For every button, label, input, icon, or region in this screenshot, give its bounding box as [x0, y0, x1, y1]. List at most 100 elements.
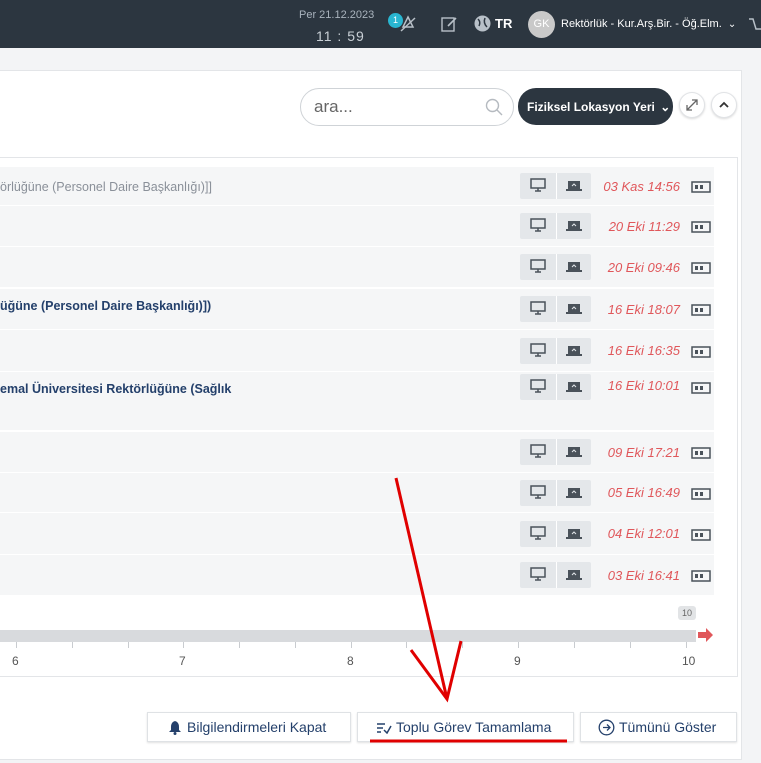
task-title[interactable]: emal Üniversitesi Rektörlüğüne (Sağlık [0, 382, 231, 396]
laptop-view-button[interactable] [556, 213, 591, 239]
timeline-tick [239, 642, 240, 648]
desktop-view-button[interactable] [520, 439, 555, 465]
task-row[interactable]: örlüğüne (Personel Daire Başkanlığı)]] 03… [0, 167, 714, 205]
timeline-tick-label: 6 [12, 654, 19, 668]
monitor-icon [530, 444, 546, 463]
laptop-view-button[interactable] [556, 374, 591, 400]
task-date: 03 Eki 16:41 [607, 568, 680, 583]
laptop-view-button[interactable] [556, 521, 591, 547]
desktop-view-button[interactable] [520, 254, 555, 280]
timeline-tick [686, 642, 687, 648]
timeline-tick [630, 642, 631, 648]
timeline-tick-label: 8 [347, 654, 354, 668]
task-title[interactable]: üğüne (Personel Daire Başkanlığı)]) [0, 299, 211, 313]
desktop-view-button[interactable] [520, 374, 555, 400]
timeline-tick-label: 10 [682, 654, 696, 668]
id-card-icon[interactable] [691, 487, 711, 500]
id-card-icon[interactable] [691, 528, 711, 541]
timeline-scrollbar[interactable] [0, 630, 696, 642]
laptop-icon [566, 344, 582, 362]
task-action-group [520, 338, 591, 364]
desktop-view-button[interactable] [520, 173, 555, 199]
search-icon[interactable] [485, 98, 503, 116]
notification-count-badge: 1 [388, 13, 403, 28]
id-card-icon[interactable] [691, 381, 711, 394]
laptop-icon [566, 302, 582, 320]
id-card-icon[interactable] [691, 180, 711, 193]
timeline-tick-label: 7 [179, 654, 186, 668]
desktop-view-button[interactable] [520, 296, 555, 322]
laptop-icon [566, 219, 582, 237]
bell-icon [169, 721, 181, 735]
task-row[interactable]: emal Üniversitesi Rektörlüğüne (Sağlık 16… [0, 372, 714, 430]
laptop-view-button[interactable] [556, 173, 591, 199]
task-date: 16 Eki 10:01 [607, 378, 680, 393]
id-card-icon[interactable] [691, 345, 711, 358]
timeline-tick [295, 642, 296, 648]
collapse-button[interactable] [711, 92, 737, 118]
id-card-icon[interactable] [691, 446, 711, 459]
location-filter-button[interactable]: Fiziksel Lokasyon Yeri ⌄ [518, 88, 673, 125]
globe-icon[interactable] [473, 14, 492, 38]
task-row[interactable]: 20 Eki 09:46 [0, 247, 714, 287]
monitor-icon [530, 567, 546, 586]
monitor-icon [530, 301, 546, 320]
bulk-task-complete-label: Toplu Görev Tamamlama [396, 719, 552, 735]
task-row[interactable]: 05 Eki 16:49 [0, 473, 714, 512]
user-role-menu[interactable]: Rektörlük - Kur.Arş.Bir. - Öğ.Elm. ⌄ [561, 18, 736, 30]
task-date: 09 Eki 17:21 [607, 445, 680, 460]
laptop-icon [566, 527, 582, 545]
laptop-view-button[interactable] [556, 562, 591, 588]
timeline-tick [351, 642, 352, 648]
task-title[interactable]: örlüğüne (Personel Daire Başkanlığı)]] [0, 180, 212, 194]
task-row[interactable]: 03 Eki 16:41 [0, 555, 714, 595]
search-box[interactable] [300, 88, 514, 126]
desktop-view-button[interactable] [520, 213, 555, 239]
timeline-tick [183, 642, 184, 648]
id-card-icon[interactable] [691, 303, 711, 316]
timeline-tick-label: 9 [514, 654, 521, 668]
arrow-circle-right-icon [598, 719, 615, 736]
desktop-view-button[interactable] [520, 338, 555, 364]
desktop-view-button[interactable] [520, 562, 555, 588]
laptop-icon [566, 568, 582, 586]
id-card-icon[interactable] [691, 220, 711, 233]
id-card-icon[interactable] [691, 569, 711, 582]
monitor-icon [530, 526, 546, 545]
edit-icon[interactable] [440, 15, 458, 38]
task-action-group [520, 439, 591, 465]
laptop-view-button[interactable] [556, 439, 591, 465]
task-row[interactable]: üğüne (Personel Daire Başkanlığı)]) 16 Ek… [0, 289, 714, 329]
expand-button[interactable] [679, 92, 705, 118]
task-row[interactable]: 09 Eki 17:21 [0, 432, 714, 472]
arrow-right-icon[interactable] [698, 627, 714, 643]
task-date: 20 Eki 09:46 [607, 260, 680, 275]
laptop-view-button[interactable] [556, 338, 591, 364]
task-action-group [520, 374, 591, 400]
language-selector[interactable]: TR [495, 16, 512, 31]
chevron-up-icon [719, 101, 729, 108]
task-date: 05 Eki 16:49 [607, 485, 680, 500]
laptop-view-button[interactable] [556, 296, 591, 322]
task-row[interactable]: 04 Eki 12:01 [0, 513, 714, 554]
chevron-down-icon: ⌄ [660, 100, 671, 114]
task-date: 16 Eki 18:07 [607, 302, 680, 317]
task-action-group [520, 296, 591, 322]
timeline-tick [406, 642, 407, 648]
laptop-icon [566, 380, 582, 398]
id-card-icon[interactable] [691, 261, 711, 274]
laptop-view-button[interactable] [556, 254, 591, 280]
desktop-view-button[interactable] [520, 521, 555, 547]
task-row[interactable]: 20 Eki 11:29 [0, 206, 714, 246]
laptop-view-button[interactable] [556, 480, 591, 506]
show-all-button[interactable]: Tümünü Göster [580, 712, 737, 742]
user-avatar[interactable]: GK [528, 11, 555, 38]
task-row[interactable]: 16 Eki 16:35 [0, 330, 714, 371]
search-input[interactable] [314, 97, 474, 117]
bulk-task-complete-button[interactable]: Toplu Görev Tamamlama [357, 712, 574, 742]
chevron-down-icon: ⌄ [727, 19, 737, 30]
cart-icon[interactable] [749, 17, 761, 38]
desktop-view-button[interactable] [520, 480, 555, 506]
location-filter-label: Fiziksel Lokasyon Yeri [527, 100, 655, 114]
close-notifications-button[interactable]: Bilgilendirmeleri Kapat [147, 712, 351, 742]
